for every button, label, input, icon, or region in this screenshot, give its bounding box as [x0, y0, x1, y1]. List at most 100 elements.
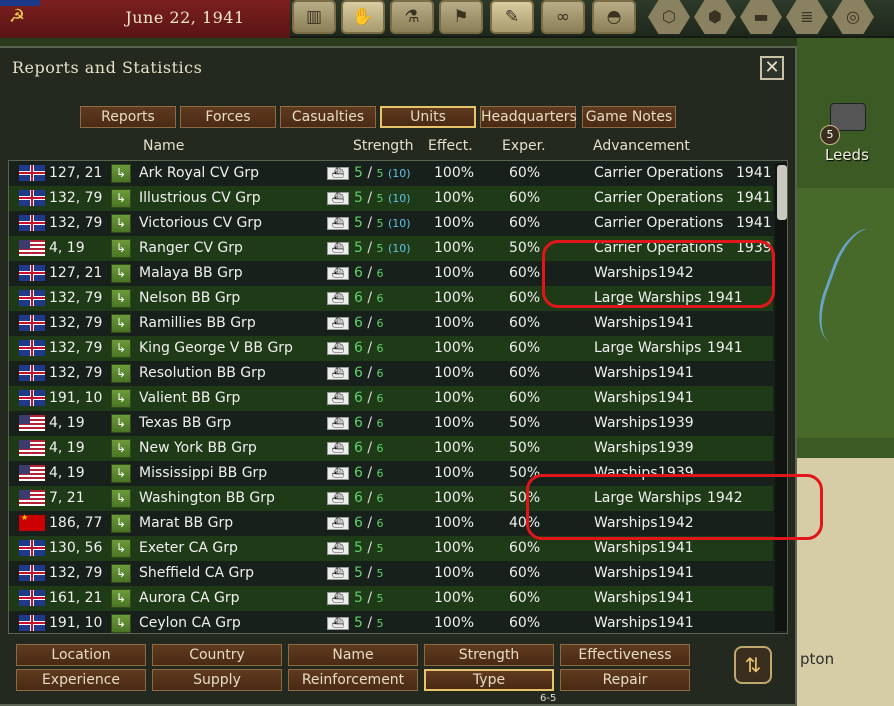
strength-current: 6 — [354, 490, 363, 506]
sort-experience-button[interactable]: Experience — [16, 669, 146, 691]
unit-advancement-year: 1941 — [658, 390, 694, 406]
unit-goto-icon[interactable]: ↳ — [111, 239, 131, 258]
hex-grid-icon[interactable]: ⬢ — [694, 0, 736, 34]
sort-name-button[interactable]: Name — [288, 644, 418, 666]
unit-goto-icon[interactable]: ↳ — [111, 489, 131, 508]
unit-goto-icon[interactable]: ↳ — [111, 514, 131, 533]
table-row[interactable]: 127, 21 ↳ Ark Royal CV Grp ⛴ 5 / 5 (10) 100% 6… — [9, 161, 773, 186]
target-hex-icon[interactable]: ◎ — [832, 0, 874, 34]
strength-current: 5 — [354, 215, 363, 231]
tab-forces[interactable]: Forces — [180, 106, 276, 128]
tank-hex-icon[interactable]: ▬ — [740, 0, 782, 34]
uk-flag-icon — [19, 590, 45, 606]
header-advancement[interactable]: Advancement — [593, 138, 690, 154]
unit-effectiveness: 100% — [434, 540, 475, 556]
sort-country-button[interactable]: Country — [152, 644, 282, 666]
unit-goto-icon[interactable]: ↳ — [111, 364, 131, 383]
sort-supply-button[interactable]: Supply — [152, 669, 282, 691]
strength-max: 5 — [376, 542, 384, 555]
strength-current: 5 — [354, 190, 363, 206]
strength-current: 5 — [354, 165, 363, 181]
strategic-map[interactable] — [797, 38, 894, 706]
naval-unit-icon: ⛴ — [327, 217, 349, 230]
uk-flag-icon — [19, 290, 45, 306]
scrollbar-thumb[interactable] — [777, 165, 787, 220]
unit-goto-icon[interactable]: ↳ — [111, 189, 131, 208]
unit-goto-icon[interactable]: ↳ — [111, 264, 131, 283]
unit-goto-icon[interactable]: ↳ — [111, 339, 131, 358]
table-row[interactable]: 132, 79 ↳ King George V BB Grp ⛴ 6 / 6 100% 60… — [9, 336, 773, 361]
unit-goto-icon[interactable]: ↳ — [111, 439, 131, 458]
unit-name: Mississippi BB Grp — [139, 465, 268, 481]
table-row[interactable]: 4, 19 ↳ Texas BB Grp ⛴ 6 / 6 100% 50% Warships 1… — [9, 411, 773, 436]
uk-flag-icon — [19, 265, 45, 281]
flag-icon[interactable]: ⚑ — [439, 0, 483, 34]
table-row[interactable]: 191, 10 ↳ Ceylon CA Grp ⛴ 5 / 5 100% 60% Warshi… — [9, 611, 773, 633]
unit-goto-icon[interactable]: ↳ — [111, 414, 131, 433]
header-effect[interactable]: Effect. — [428, 138, 473, 154]
unit-effectiveness: 100% — [434, 240, 475, 256]
sort-type-button[interactable]: Type — [424, 669, 554, 691]
uk-flag-icon — [19, 365, 45, 381]
unit-strength: 5 / 5 — [354, 540, 384, 556]
unit-goto-icon[interactable]: ↳ — [111, 464, 131, 483]
sort-repair-button[interactable]: Repair — [560, 669, 690, 691]
binoculars-icon[interactable]: ∞ — [541, 0, 585, 34]
sort-arrows-icon[interactable]: ⇅ — [734, 646, 772, 684]
table-row[interactable]: 132, 79 ↳ Victorious CV Grp ⛴ 5 / 5 (10) 100%… — [9, 211, 773, 236]
tab-headquarters[interactable]: Headquarters — [480, 106, 577, 128]
helmet-icon[interactable]: ◓ — [592, 0, 636, 34]
unit-goto-icon[interactable]: ↳ — [111, 389, 131, 408]
hands-icon[interactable]: ✋ — [341, 0, 385, 34]
unit-goto-icon[interactable]: ↳ — [111, 289, 131, 308]
close-icon[interactable]: ✕ — [760, 56, 784, 80]
tab-reports[interactable]: Reports — [80, 106, 176, 128]
table-row[interactable]: 132, 79 ↳ Resolution BB Grp ⛴ 6 / 6 100% 60% Wa… — [9, 361, 773, 386]
table-row[interactable]: 191, 10 ↳ Valient BB Grp ⛴ 6 / 6 100% 60% Warsh… — [9, 386, 773, 411]
naval-unit-icon: ⛴ — [327, 567, 349, 580]
stack-hex-icon[interactable]: ≣ — [786, 0, 828, 34]
us-flag-icon — [19, 465, 45, 481]
table-row[interactable]: 161, 21 ↳ Aurora CA Grp ⛴ 5 / 5 100% 60% Warshi… — [9, 586, 773, 611]
strength-current: 6 — [354, 440, 363, 456]
naval-unit-icon: ⛴ — [327, 292, 349, 305]
unit-name: Washington BB Grp — [139, 490, 275, 506]
unit-name: Ceylon CA Grp — [139, 615, 241, 631]
strength-max: 6 — [376, 342, 384, 355]
unit-goto-icon[interactable]: ↳ — [111, 164, 131, 183]
table-row[interactable]: 132, 79 ↳ Illustrious CV Grp ⛴ 5 / 5 (10) 100… — [9, 186, 773, 211]
sort-location-button[interactable]: Location — [16, 644, 146, 666]
table-row[interactable]: 132, 79 ↳ Sheffield CA Grp ⛴ 5 / 5 100% 60% War… — [9, 561, 773, 586]
naval-unit-icon: ⛴ — [327, 342, 349, 355]
unit-name: Nelson BB Grp — [139, 290, 241, 306]
header-strength[interactable]: Strength — [353, 138, 414, 154]
sort-strength-button[interactable]: Strength — [424, 644, 554, 666]
tab-game-notes[interactable]: Game Notes — [582, 106, 676, 128]
table-row[interactable]: 4, 19 ↳ New York BB Grp ⛴ 6 / 6 100% 50% Warshi… — [9, 436, 773, 461]
unit-effectiveness: 100% — [434, 340, 475, 356]
header-exper[interactable]: Exper. — [502, 138, 546, 154]
sort-effectiveness-button[interactable]: Effectiveness — [560, 644, 690, 666]
unit-goto-icon[interactable]: ↳ — [111, 314, 131, 333]
research-microscope-icon[interactable]: ⚗ — [390, 0, 434, 34]
unit-effectiveness: 100% — [434, 615, 475, 631]
unit-goto-icon[interactable]: ↳ — [111, 539, 131, 558]
table-row[interactable]: 132, 79 ↳ Ramillies BB Grp ⛴ 6 / 6 100% 60% War… — [9, 311, 773, 336]
factory-icon[interactable]: ▥ — [292, 0, 336, 34]
scrollbar-track[interactable] — [775, 163, 787, 631]
unit-advancement-year: 1941 — [736, 215, 772, 231]
strength-planes: (10) — [388, 167, 411, 180]
tab-units[interactable]: Units — [380, 106, 476, 128]
sort-reinforcement-button[interactable]: Reinforcement — [288, 669, 418, 691]
unit-goto-icon[interactable]: ↳ — [111, 614, 131, 633]
naval-unit-icon: ⛴ — [327, 267, 349, 280]
tab-casualties[interactable]: Casualties — [280, 106, 376, 128]
reports-notepad-icon[interactable]: ✎ — [490, 0, 534, 34]
unit-goto-icon[interactable]: ↳ — [111, 589, 131, 608]
header-name[interactable]: Name — [143, 138, 184, 154]
unit-goto-icon[interactable]: ↳ — [111, 564, 131, 583]
strength-planes: (10) — [388, 217, 411, 230]
hex-single-icon[interactable]: ⬡ — [648, 0, 690, 34]
unit-goto-icon[interactable]: ↳ — [111, 214, 131, 233]
unit-location: 132, 79 — [49, 190, 103, 206]
